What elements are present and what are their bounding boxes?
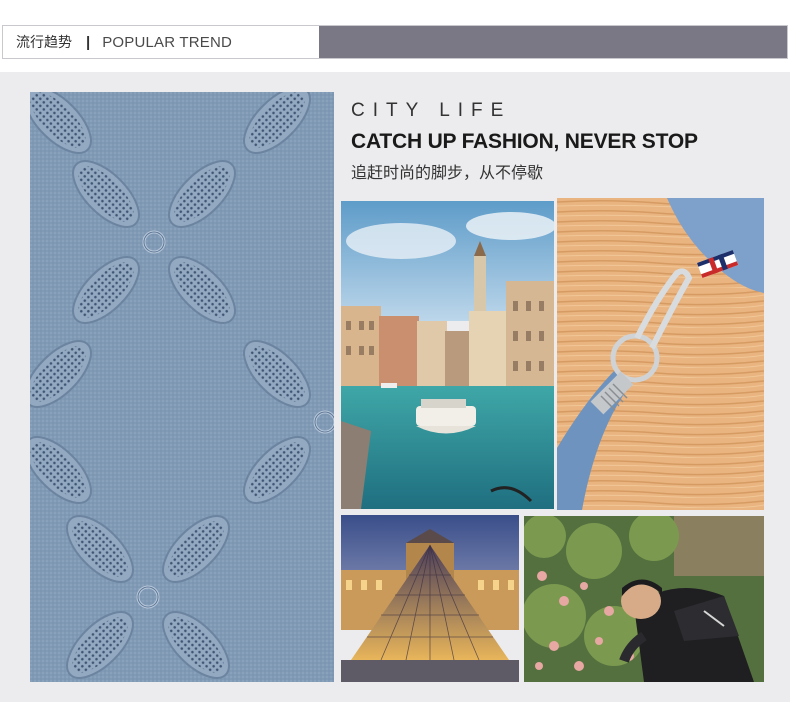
header-cn-label: 流行趋势	[16, 35, 72, 51]
section-header: 流行趋势 | POPULAR TREND	[2, 25, 788, 59]
leather-texture-image	[30, 92, 334, 682]
header-accent-bar	[319, 26, 787, 58]
header-label-group: 流行趋势 | POPULAR TREND	[3, 26, 318, 58]
headline: CATCH UP FASHION, NEVER STOP	[351, 130, 698, 153]
leather-pattern-svg	[30, 92, 334, 682]
subtitle-cn: 追赶时尚的脚步，从不停歇	[351, 163, 544, 182]
wallet-clasp-photo	[557, 198, 764, 510]
venice-canal-photo	[341, 201, 554, 509]
header-en-label: POPULAR TREND	[102, 33, 233, 51]
header-separator: |	[86, 33, 91, 51]
eyebrow-text: CITY LIFE	[351, 100, 512, 121]
man-in-rose-garden-photo	[524, 516, 764, 682]
louvre-pyramid-photo	[341, 515, 519, 682]
